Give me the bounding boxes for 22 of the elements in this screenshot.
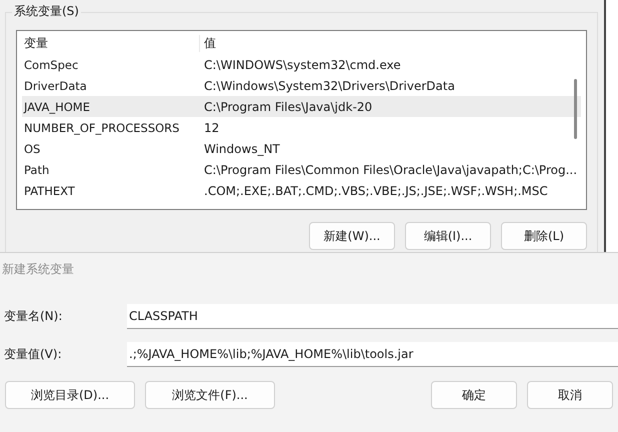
variable-row[interactable]: NUMBER_OF_PROCESSORS 12 (22, 117, 581, 138)
dialog-button[interactable]: 确定 (431, 381, 517, 409)
dialog-title: 新建系统变量 (1, 261, 75, 278)
field-label: 变量值(V): (3, 346, 63, 362)
field-label: 变量名(N): (3, 308, 64, 324)
variable-row[interactable]: Path C:\Program Files\Common Files\Oracle\Java\javapath;C:\Prog... (22, 159, 581, 180)
variable-row[interactable]: ComSpec C:\WINDOWS\system32\cmd.exe (22, 54, 581, 75)
list-action-button[interactable]: 编辑(I)... (405, 222, 491, 250)
variable-row[interactable]: JAVA_HOME C:\Program Files\Java\jdk-20 (22, 96, 581, 117)
input-field[interactable]: CLASSPATH (127, 304, 618, 328)
list-action-button[interactable]: 删除(L) (501, 222, 587, 250)
dialog-button[interactable]: 取消 (527, 381, 613, 409)
variable-row[interactable]: OS Windows_NT (22, 138, 581, 159)
group-title: 系统变量(S) (12, 3, 81, 19)
variable-row[interactable]: DriverData C:\Windows\System32\Drivers\DriverData (22, 75, 581, 96)
browse-button[interactable]: 浏览文件(F)... (145, 381, 275, 409)
scrollbar-thumb[interactable] (574, 79, 577, 139)
column-header[interactable]: 值 (199, 34, 581, 52)
variable-row[interactable]: PATHEXT .COM;.EXE;.BAT;.CMD;.VBS;.VBE;.JS;.JSE;.WSF;.WSH;.MSC (22, 180, 581, 201)
browse-button[interactable]: 浏览目录(D)... (5, 381, 135, 409)
list-action-button[interactable]: 新建(W)... (309, 222, 395, 250)
input-field[interactable]: .;%JAVA_HOME%\lib;%JAVA_HOME%\lib\tools.jar (127, 342, 618, 366)
